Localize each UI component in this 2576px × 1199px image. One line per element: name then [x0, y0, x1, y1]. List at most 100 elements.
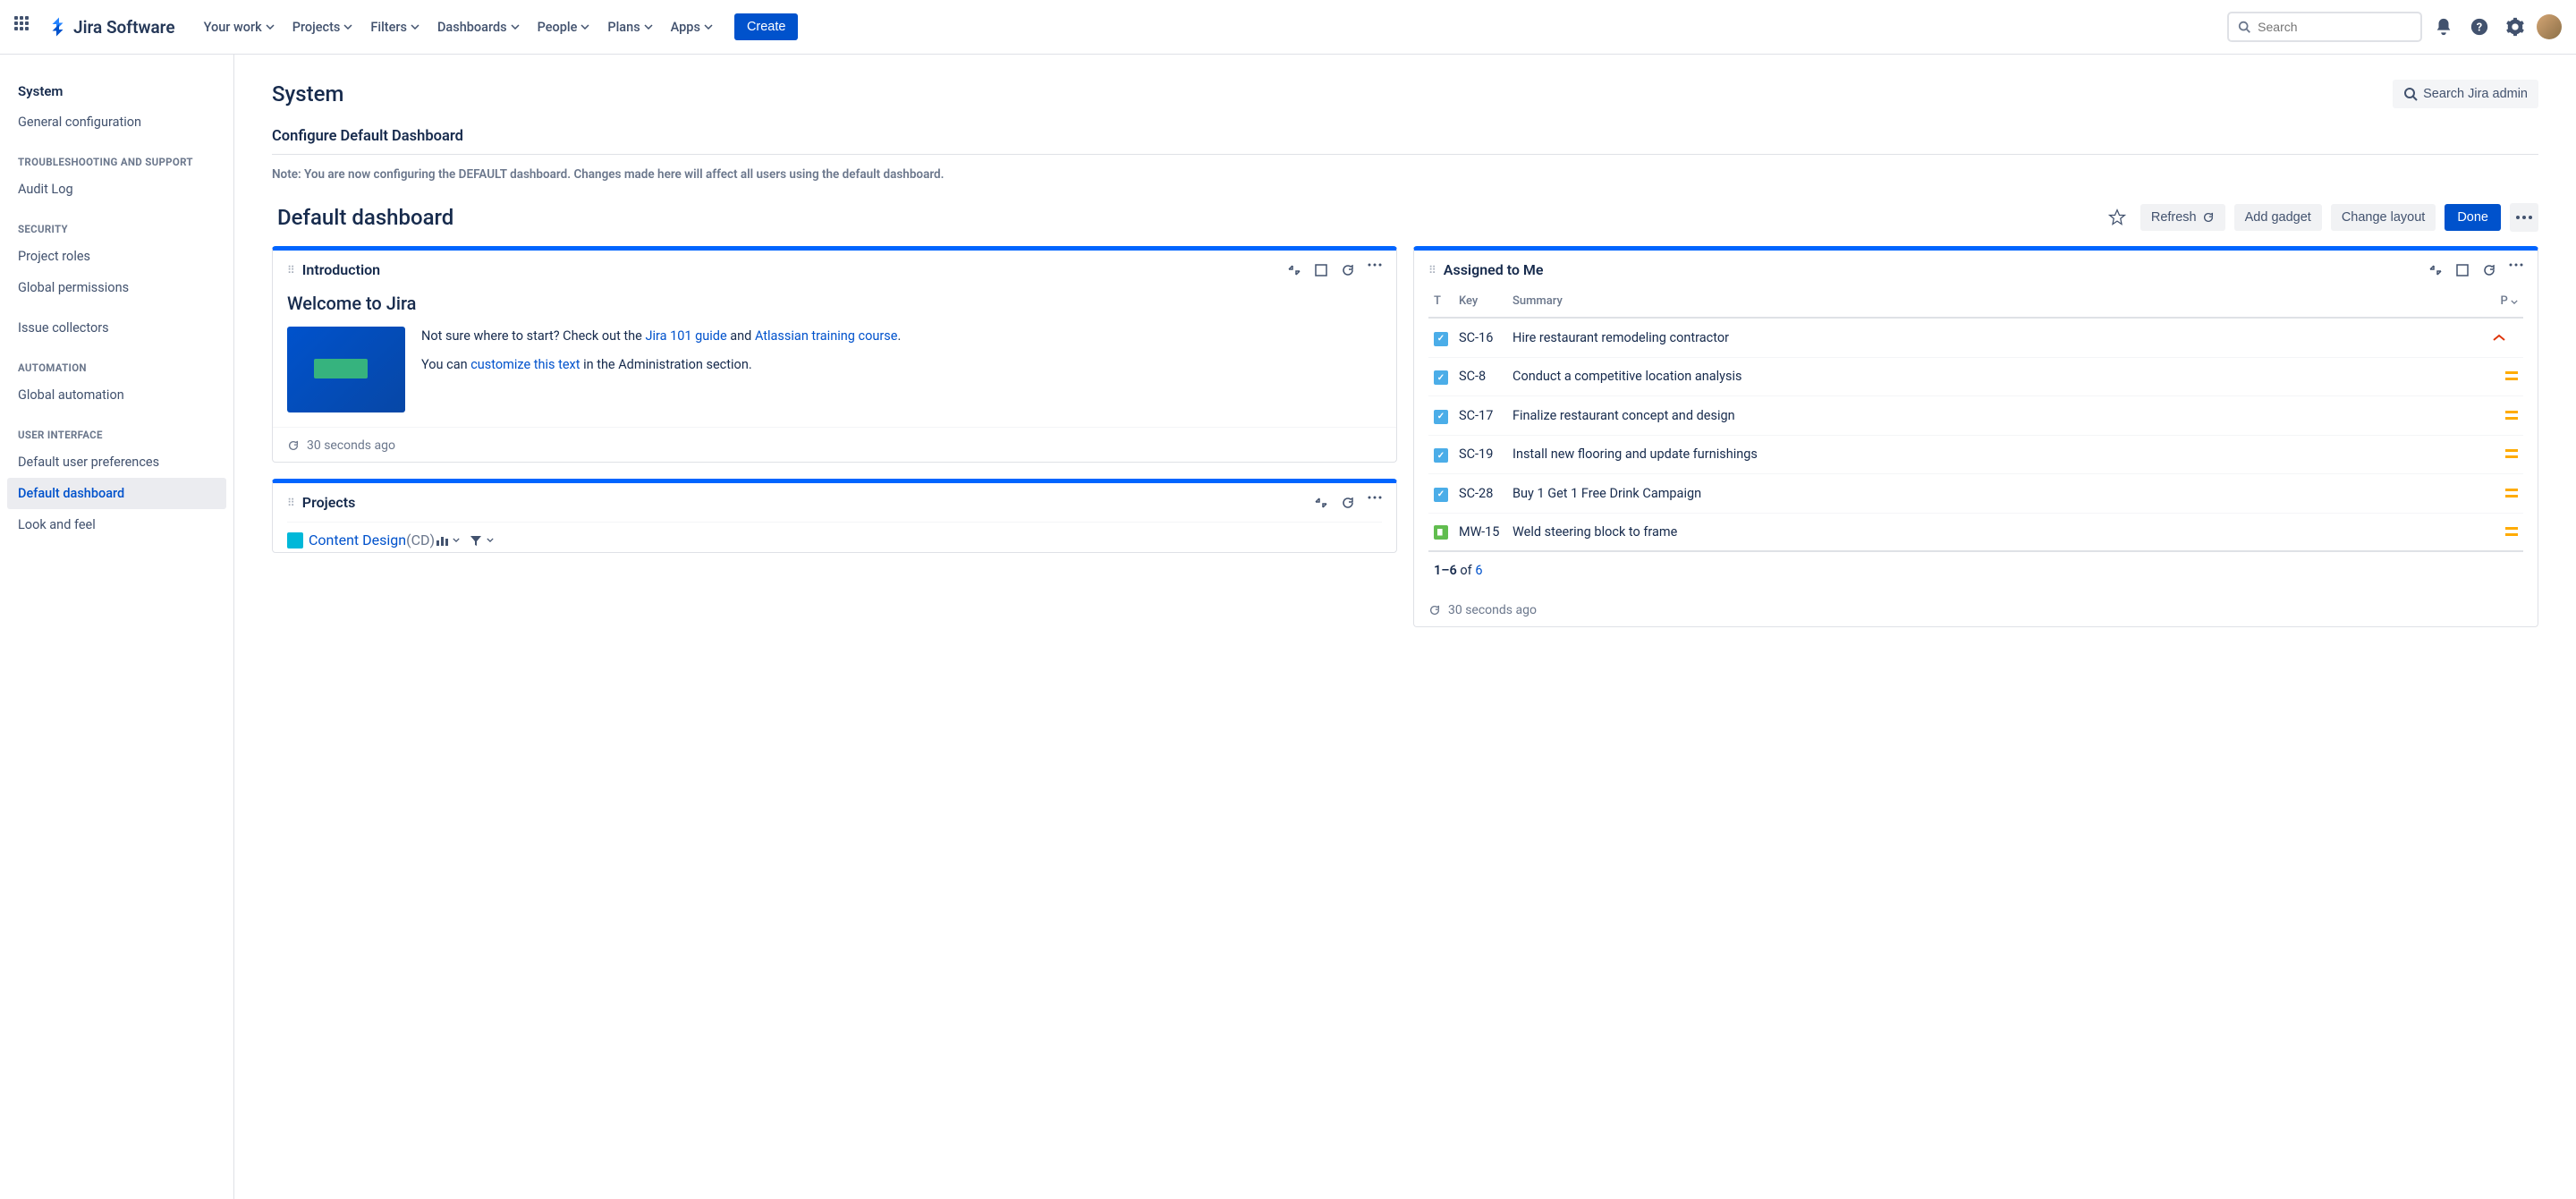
table-row[interactable]: SC-28Buy 1 Get 1 Free Drink Campaign: [1428, 474, 2523, 514]
configure-subheading: Configure Default Dashboard: [272, 128, 2538, 155]
more-button[interactable]: [2510, 203, 2538, 232]
nav-people[interactable]: People: [530, 14, 597, 40]
drag-handle-icon[interactable]: ⠿: [1428, 264, 1435, 276]
table-row[interactable]: SC-8Conduct a competitive location analy…: [1428, 357, 2523, 396]
top-nav: Jira Software Your work Projects Filters…: [0, 0, 2576, 55]
issue-type-icon: [1434, 410, 1448, 424]
chevron-down-icon: [266, 24, 275, 30]
more-icon[interactable]: [1368, 496, 1382, 499]
nav-filters[interactable]: Filters: [363, 14, 427, 40]
maximize-icon[interactable]: [1314, 263, 1328, 277]
priority-medium-icon: [2505, 449, 2518, 458]
refresh-icon: [1428, 604, 1441, 617]
page-title: System: [272, 81, 343, 106]
done-button[interactable]: Done: [2445, 204, 2501, 231]
search-jira-admin-button[interactable]: Search Jira admin: [2393, 80, 2538, 108]
refresh-icon: [2202, 211, 2215, 224]
dashboard-title: Default dashboard: [272, 205, 453, 230]
table-row[interactable]: SC-17Finalize restaurant concept and des…: [1428, 396, 2523, 436]
nav-plans[interactable]: Plans: [600, 14, 659, 40]
more-icon: [2516, 216, 2532, 219]
jira-logo[interactable]: Jira Software: [48, 16, 175, 38]
sidebar-item-default-dashboard[interactable]: Default dashboard: [7, 478, 226, 509]
sidebar-group-automation: AUTOMATION: [7, 344, 226, 379]
table-row[interactable]: SC-19Install new flooring and update fur…: [1428, 435, 2523, 474]
sidebar-item-default-user-preferences[interactable]: Default user preferences: [7, 446, 226, 478]
jira-101-link[interactable]: Jira 101 guide: [645, 328, 726, 344]
sidebar-item-issue-collectors[interactable]: Issue collectors: [7, 312, 226, 344]
chevron-down-icon: [511, 24, 520, 30]
assigned-table: T Key Summary P SC-16Hire restaurant rem…: [1428, 289, 2523, 552]
sidebar-item-general-configuration[interactable]: General configuration: [7, 106, 226, 138]
priority-medium-icon: [2505, 411, 2518, 420]
create-button[interactable]: Create: [734, 13, 799, 40]
nav-apps[interactable]: Apps: [664, 14, 720, 40]
sidebar-item-project-roles[interactable]: Project roles: [7, 241, 226, 272]
drag-handle-icon[interactable]: ⠿: [287, 264, 293, 276]
chevron-down-icon[interactable]: [487, 538, 494, 542]
jira-logo-text: Jira Software: [73, 17, 175, 38]
chevron-down-icon: [704, 24, 713, 30]
col-key[interactable]: Key: [1453, 289, 1507, 318]
minimize-icon[interactable]: [1287, 263, 1301, 277]
help-icon[interactable]: ?: [2465, 13, 2494, 41]
change-layout-button[interactable]: Change layout: [2331, 204, 2436, 231]
refresh-icon[interactable]: [1341, 263, 1355, 277]
minimize-icon[interactable]: [2428, 263, 2443, 277]
project-link[interactable]: Content Design: [287, 531, 406, 548]
avatar[interactable]: [2537, 14, 2562, 39]
sidebar-item-global-permissions[interactable]: Global permissions: [7, 272, 226, 303]
chevron-down-icon[interactable]: [453, 538, 460, 542]
table-row[interactable]: SC-16Hire restaurant remodeling contract…: [1428, 318, 2523, 357]
refresh-icon[interactable]: [1341, 496, 1355, 510]
atlassian-training-link[interactable]: Atlassian training course: [755, 328, 898, 344]
configure-note: Note: You are now configuring the DEFAUL…: [272, 167, 2538, 182]
more-icon[interactable]: [2509, 263, 2523, 267]
gadget-header: ⠿ Projects: [273, 483, 1396, 522]
search-box[interactable]: [2227, 12, 2422, 42]
chart-icon[interactable]: [435, 533, 449, 548]
priority-medium-icon: [2505, 527, 2518, 536]
main-content: System Search Jira admin Configure Defau…: [234, 55, 2576, 1199]
search-input[interactable]: [2258, 20, 2411, 34]
projects-gadget: ⠿ Projects Content Design: [272, 479, 1397, 553]
gadget-col-right: ⠿ Assigned to Me: [1413, 246, 2538, 627]
refresh-button[interactable]: Refresh: [2140, 204, 2225, 231]
maximize-icon[interactable]: [2455, 263, 2470, 277]
sidebar-item-audit-log[interactable]: Audit Log: [7, 174, 226, 205]
issue-summary: Weld steering block to frame: [1507, 513, 2487, 551]
sidebar-item-look-and-feel[interactable]: Look and feel: [7, 509, 226, 540]
col-summary[interactable]: Summary: [1507, 289, 2487, 318]
app-switcher-icon[interactable]: [14, 16, 36, 38]
filter-icon[interactable]: [469, 533, 483, 548]
add-gadget-button[interactable]: Add gadget: [2234, 204, 2322, 231]
gadget-title: Introduction: [302, 261, 380, 278]
col-priority[interactable]: P: [2487, 289, 2523, 318]
table-row[interactable]: MW-15Weld steering block to frame: [1428, 513, 2523, 551]
refresh-icon[interactable]: [2482, 263, 2496, 277]
issue-key: SC-16: [1453, 318, 1507, 357]
dashboard-actions: Refresh Add gadget Change layout Done: [2103, 203, 2538, 232]
gadget-header: ⠿ Introduction: [273, 251, 1396, 289]
gadget-title: Projects: [302, 494, 356, 511]
notifications-icon[interactable]: [2429, 13, 2458, 41]
customize-text-link[interactable]: customize this text: [470, 357, 580, 372]
col-type[interactable]: T: [1428, 289, 1453, 318]
sidebar-item-global-automation[interactable]: Global automation: [7, 379, 226, 411]
drag-handle-icon[interactable]: ⠿: [287, 497, 293, 509]
nav-dashboards[interactable]: Dashboards: [430, 14, 527, 40]
star-button[interactable]: [2103, 203, 2131, 232]
issue-summary: Hire restaurant remodeling contractor: [1507, 318, 2487, 357]
minimize-icon[interactable]: [1314, 496, 1328, 510]
nav-your-work[interactable]: Your work: [197, 14, 282, 40]
issue-key: SC-8: [1453, 357, 1507, 396]
welcome-text: Not sure where to start? Check out the J…: [421, 327, 901, 412]
sidebar-group-troubleshooting: TROUBLESHOOTING AND SUPPORT: [7, 138, 226, 174]
settings-icon[interactable]: [2501, 13, 2529, 41]
svg-text:?: ?: [2477, 21, 2482, 35]
issue-key: SC-17: [1453, 396, 1507, 436]
pagination-total-link[interactable]: 6: [1475, 563, 1482, 578]
search-icon: [2238, 20, 2250, 34]
nav-projects[interactable]: Projects: [285, 14, 360, 40]
more-icon[interactable]: [1368, 263, 1382, 267]
